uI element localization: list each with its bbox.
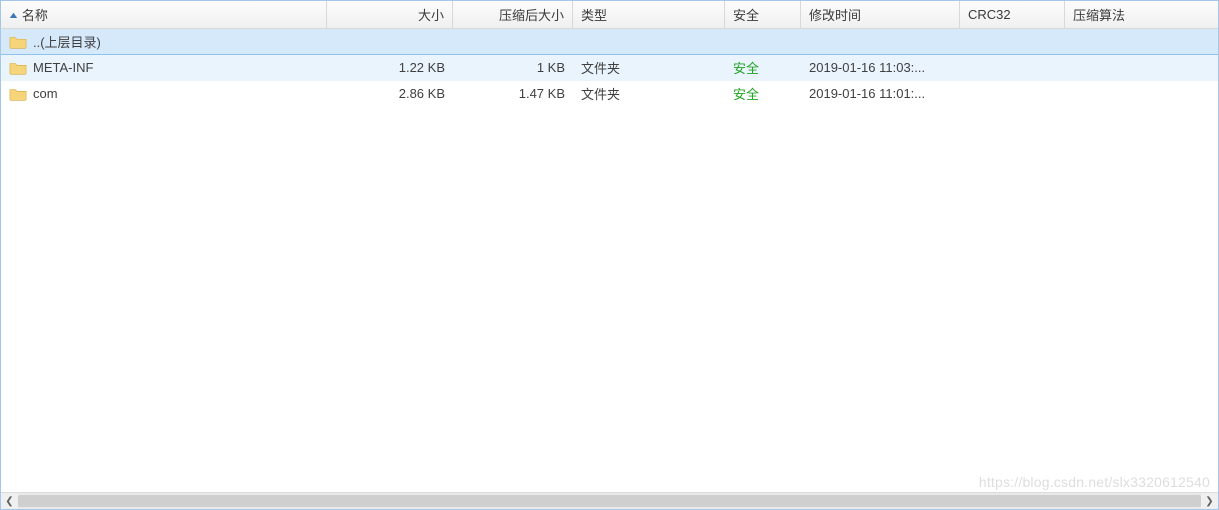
cell-type	[573, 29, 725, 54]
header-algo-label: 压缩算法	[1073, 5, 1125, 24]
header-algorithm[interactable]: 压缩算法	[1065, 1, 1218, 28]
cell-type: 文件夹	[573, 55, 725, 80]
header-safe-label: 安全	[733, 5, 759, 24]
folder-icon	[9, 86, 27, 102]
cell-mtime	[801, 29, 960, 54]
header-csize-label: 压缩后大小	[499, 5, 564, 24]
file-list-body: ..(上层目录) META-INF 1.22 KB 1 KB 文件夹 安全 20…	[1, 29, 1218, 492]
table-row[interactable]: ..(上层目录)	[1, 29, 1218, 55]
header-crc-label: CRC32	[968, 7, 1011, 22]
cell-size: 2.86 KB	[327, 81, 453, 106]
scroll-track[interactable]	[18, 493, 1201, 509]
scroll-thumb[interactable]	[18, 495, 1201, 507]
cell-algo	[1065, 55, 1218, 80]
scroll-left-button[interactable]: ❮	[1, 493, 18, 509]
cell-crc	[960, 55, 1065, 80]
cell-type: 文件夹	[573, 81, 725, 106]
header-size-label: 大小	[418, 5, 444, 24]
folder-up-icon	[9, 34, 27, 50]
sort-asc-icon: ▲	[7, 10, 19, 20]
cell-name-text: META-INF	[33, 60, 93, 75]
cell-size: 1.22 KB	[327, 55, 453, 80]
watermark-text: https://blog.csdn.net/slx3320612540	[979, 474, 1210, 490]
header-mtime-label: 修改时间	[809, 5, 861, 24]
header-type-label: 类型	[581, 5, 607, 24]
table-row[interactable]: META-INF 1.22 KB 1 KB 文件夹 安全 2019-01-16 …	[1, 55, 1218, 81]
column-headers: ▲ 名称 大小 压缩后大小 类型 安全 修改时间 CRC32 压缩算法	[1, 1, 1218, 29]
chevron-left-icon: ❮	[5, 496, 13, 507]
cell-safe: 安全	[725, 81, 801, 106]
cell-algo	[1065, 81, 1218, 106]
header-size[interactable]: 大小	[327, 1, 453, 28]
cell-safe: 安全	[725, 55, 801, 80]
scroll-right-button[interactable]: ❯	[1201, 493, 1218, 509]
header-name[interactable]: ▲ 名称	[1, 1, 327, 28]
cell-name-text: ..(上层目录)	[33, 32, 101, 51]
cell-algo	[1065, 29, 1218, 54]
chevron-right-icon: ❯	[1205, 496, 1213, 507]
header-crc32[interactable]: CRC32	[960, 1, 1065, 28]
header-name-label: 名称	[22, 5, 48, 24]
header-mtime[interactable]: 修改时间	[801, 1, 960, 28]
cell-crc	[960, 81, 1065, 106]
horizontal-scrollbar[interactable]: ❮ ❯	[1, 492, 1218, 509]
cell-name: ..(上层目录)	[1, 29, 327, 54]
cell-mtime: 2019-01-16 11:03:...	[801, 55, 960, 80]
header-safety[interactable]: 安全	[725, 1, 801, 28]
header-type[interactable]: 类型	[573, 1, 725, 28]
header-compressed-size[interactable]: 压缩后大小	[453, 1, 573, 28]
cell-crc	[960, 29, 1065, 54]
table-row[interactable]: com 2.86 KB 1.47 KB 文件夹 安全 2019-01-16 11…	[1, 81, 1218, 107]
archive-file-list-panel: ▲ 名称 大小 压缩后大小 类型 安全 修改时间 CRC32 压缩算法	[0, 0, 1219, 510]
cell-csize: 1.47 KB	[453, 81, 573, 106]
cell-csize	[453, 29, 573, 54]
cell-safe	[725, 29, 801, 54]
folder-icon	[9, 60, 27, 76]
cell-csize: 1 KB	[453, 55, 573, 80]
cell-mtime: 2019-01-16 11:01:...	[801, 81, 960, 106]
cell-name: com	[1, 81, 327, 106]
cell-size	[327, 29, 453, 54]
cell-name: META-INF	[1, 55, 327, 80]
cell-name-text: com	[33, 86, 58, 101]
